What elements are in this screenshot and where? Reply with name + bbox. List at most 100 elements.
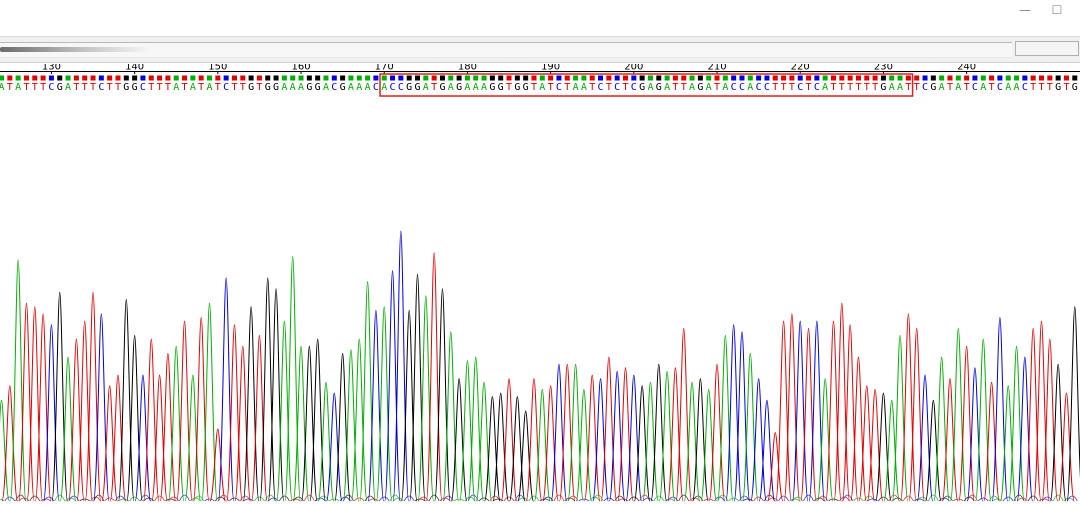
base-call: G — [273, 82, 279, 93]
base-call: T — [115, 82, 121, 93]
quality-square — [797, 75, 803, 81]
base-call: T — [531, 82, 537, 93]
quality-square — [365, 75, 371, 81]
quality-square — [989, 75, 995, 81]
quality-square — [265, 75, 271, 81]
quality-square — [1047, 75, 1053, 81]
quality-square — [697, 75, 703, 81]
peak-trace — [192, 316, 210, 502]
peak-trace — [533, 388, 551, 502]
quality-square — [656, 75, 662, 81]
peak-trace — [658, 370, 676, 502]
base-call: C — [614, 82, 620, 93]
scrollbar-thumb[interactable] — [0, 47, 150, 52]
base-call: A — [190, 82, 196, 93]
base-call: T — [240, 82, 246, 93]
quality-square — [847, 75, 853, 81]
quality-square — [323, 75, 329, 81]
quality-square — [955, 75, 961, 81]
quality-square — [731, 75, 737, 81]
base-call: T — [947, 82, 953, 93]
quality-square — [639, 75, 645, 81]
quality-square — [606, 75, 612, 81]
noise-trace — [204, 498, 215, 502]
quality-square — [223, 75, 229, 81]
base-call: G — [248, 82, 254, 93]
quality-square — [1005, 75, 1011, 81]
noise-trace — [129, 496, 140, 502]
quality-square — [340, 75, 346, 81]
quality-square — [231, 75, 237, 81]
maximize-button[interactable]: ☐ — [1037, 0, 1077, 20]
base-call: C — [598, 82, 604, 93]
base-call: T — [7, 82, 13, 93]
base-call: A — [1005, 82, 1011, 93]
quality-square — [207, 75, 212, 81]
quality-square — [464, 75, 470, 81]
noise-trace — [828, 498, 839, 502]
quality-square — [647, 75, 653, 81]
quality-square — [415, 75, 420, 81]
base-call: T — [256, 82, 262, 93]
noise-trace — [353, 497, 365, 502]
base-call: T — [157, 82, 163, 93]
base-call: T — [82, 82, 88, 93]
base-call: T — [23, 82, 29, 93]
base-call: T — [622, 82, 628, 93]
quality-square — [0, 75, 4, 81]
quality-square — [373, 75, 379, 81]
quality-square — [523, 75, 529, 81]
base-call: G — [123, 82, 129, 93]
base-call: G — [57, 82, 63, 93]
quality-square — [706, 75, 712, 81]
quality-square — [714, 75, 720, 81]
base-call: G — [523, 82, 529, 93]
quality-square — [864, 75, 870, 81]
position-field[interactable] — [1015, 41, 1079, 56]
quality-square — [281, 75, 287, 81]
base-call: C — [223, 82, 229, 93]
noise-trace — [254, 496, 265, 502]
quality-square — [672, 75, 678, 81]
base-call: G — [439, 82, 445, 93]
peak-trace — [608, 370, 626, 502]
peak-trace — [966, 367, 984, 502]
quality-square — [7, 75, 13, 81]
quality-square — [448, 75, 454, 81]
noise-trace — [154, 495, 165, 502]
base-call: A — [955, 82, 961, 93]
quality-square — [173, 75, 179, 81]
base-call: T — [1038, 82, 1044, 93]
base-call: A — [689, 82, 695, 93]
quality-square — [531, 75, 537, 81]
base-call: A — [423, 82, 429, 93]
peak-trace — [592, 378, 609, 502]
noise-trace — [753, 496, 764, 502]
base-call: G — [656, 82, 662, 93]
quality-square — [1055, 75, 1061, 81]
horizontal-scrollbar[interactable] — [0, 42, 1012, 58]
quality-square — [40, 75, 46, 81]
base-call: T — [431, 82, 437, 93]
quality-square — [498, 75, 504, 81]
quality-square — [431, 75, 437, 81]
quality-square — [315, 75, 321, 81]
base-call: T — [855, 82, 861, 93]
base-call: C — [48, 82, 54, 93]
quality-square — [381, 75, 387, 81]
quality-square — [831, 75, 836, 81]
base-call: C — [331, 82, 337, 93]
base-call: C — [1022, 82, 1028, 93]
peak-trace — [1016, 356, 1034, 502]
base-call: C — [764, 82, 770, 93]
base-call: T — [1063, 82, 1069, 93]
quality-square — [107, 75, 113, 81]
base-call: G — [306, 82, 312, 93]
quality-square — [439, 75, 445, 81]
quality-square — [248, 75, 254, 81]
quality-square — [82, 75, 88, 81]
quality-square — [65, 75, 71, 81]
base-call: T — [165, 82, 171, 93]
quality-square — [1039, 75, 1044, 81]
base-call: C — [739, 82, 745, 93]
